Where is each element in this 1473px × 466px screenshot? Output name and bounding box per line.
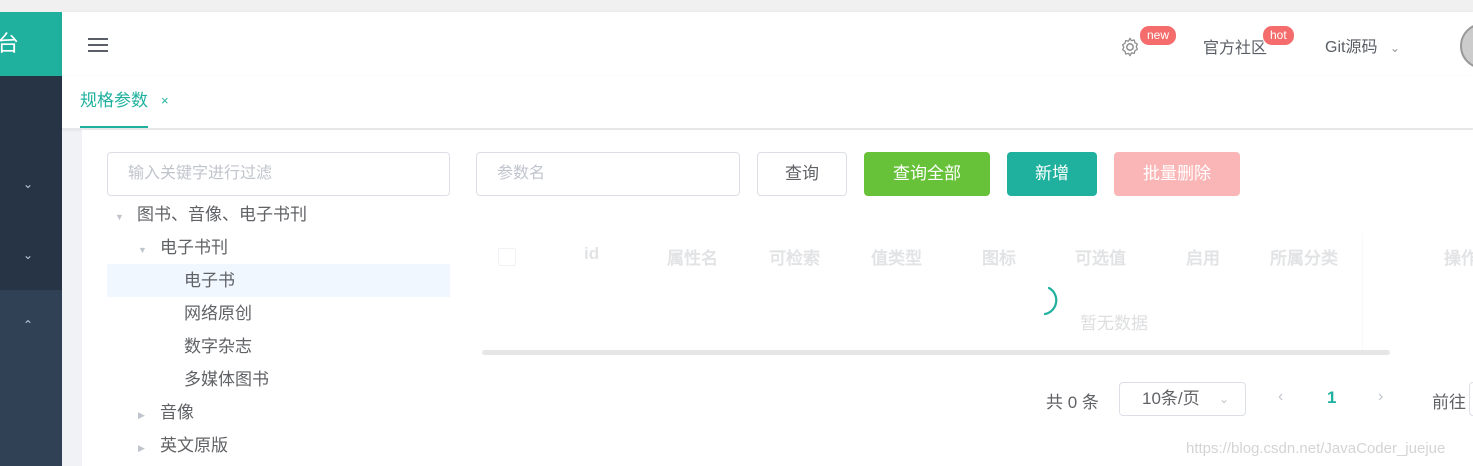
loading-spinner-icon: [1043, 286, 1058, 316]
tree-node-label: 英文原版: [160, 436, 228, 455]
tree-node[interactable]: ▼ 电子书刊: [138, 231, 228, 264]
goto-label: 前往: [1432, 393, 1466, 412]
tree-node[interactable]: 多媒体图书: [184, 363, 269, 396]
goto-page-input[interactable]: [1469, 382, 1473, 416]
page-size-value: 10条/页: [1142, 389, 1200, 408]
column-header-actions: 操作: [1444, 249, 1473, 268]
caret-right-icon[interactable]: ▶: [138, 432, 152, 465]
add-button[interactable]: 新增: [1007, 152, 1097, 196]
batch-delete-button[interactable]: 批量删除: [1114, 152, 1240, 196]
tree-node[interactable]: ▶ 英文原版: [138, 429, 228, 462]
param-name-input[interactable]: [476, 152, 740, 196]
tree-node[interactable]: 数字杂志: [184, 330, 252, 363]
table-scrollbar[interactable]: [482, 350, 1390, 355]
chevron-down-icon: ⌄: [1389, 41, 1400, 55]
page-number[interactable]: 1: [1327, 388, 1336, 408]
navbar: new 官方社区 hot Git源码 ⌄: [62, 12, 1473, 76]
tree-node[interactable]: 电子书: [184, 264, 235, 297]
tag-spec-params[interactable]: 规格参数: [80, 76, 148, 128]
column-header-attr-name: 属性名: [667, 249, 718, 268]
hot-badge: hot: [1262, 25, 1295, 46]
pagination-total: 共 0 条: [1046, 393, 1099, 412]
watermark: https://blog.csdn.net/JavaCoder_juejue: [1186, 440, 1446, 457]
close-icon[interactable]: ×: [161, 94, 169, 108]
empty-text: 暂无数据: [1080, 314, 1148, 333]
chevron-up-icon[interactable]: ⌃: [21, 318, 35, 332]
avatar[interactable]: [1460, 23, 1473, 69]
hamburger-icon[interactable]: [88, 38, 108, 52]
tags-view: 规格参数 ×: [62, 76, 1473, 129]
tree-node-label: 图书、音像、电子书刊: [137, 205, 307, 224]
next-page-button[interactable]: ›: [1378, 388, 1383, 406]
chevron-down-icon[interactable]: ⌄: [21, 177, 35, 191]
column-header-value-type: 值类型: [871, 249, 922, 268]
column-header-icon: 图标: [982, 249, 1016, 268]
gear-icon[interactable]: [1119, 36, 1141, 58]
tree-node-label: 音像: [160, 403, 194, 422]
column-header-searchable: 可检索: [769, 249, 820, 268]
column-header-category: 所属分类: [1270, 249, 1338, 268]
tag-label: 规格参数: [80, 91, 148, 110]
page-size-select[interactable]: 10条/页 ⌄: [1119, 382, 1246, 416]
tree-node-label: 电子书刊: [160, 238, 228, 257]
query-all-button[interactable]: 查询全部: [864, 152, 990, 196]
tree-node-highlight: [107, 264, 450, 297]
select-all-checkbox[interactable]: [498, 248, 516, 266]
params-table: id 属性名 可检索 值类型 图标 可选值 启用 所属分类 操作 暂无数据: [482, 234, 1473, 356]
main-content: ▼ 图书、音像、电子书刊 ▼ 电子书刊 电子书 网络原创 数字杂志 多媒体图书 ▶ 音…: [82, 130, 1473, 466]
column-header-enabled: 启用: [1186, 249, 1220, 268]
caret-down-icon[interactable]: ▼: [115, 201, 129, 234]
sidebar: 台 ⌄ ⌄ ⌃: [0, 12, 62, 466]
chevron-down-icon[interactable]: ⌄: [21, 248, 35, 262]
sidebar-logo[interactable]: 台: [0, 12, 62, 76]
tree-node[interactable]: ▼ 图书、音像、电子书刊: [115, 198, 307, 231]
tree-node[interactable]: 网络原创: [184, 297, 252, 330]
tree-node[interactable]: ▶ 音像: [138, 396, 194, 429]
chevron-down-icon: ⌄: [1218, 392, 1229, 406]
caret-right-icon[interactable]: ▶: [138, 399, 152, 432]
new-badge: new: [1139, 25, 1178, 46]
query-button[interactable]: 查询: [757, 152, 847, 196]
git-source-label: Git源码: [1325, 39, 1378, 56]
community-link[interactable]: 官方社区: [1203, 34, 1267, 58]
column-header-id: id: [584, 244, 600, 263]
git-source-link[interactable]: Git源码 ⌄: [1325, 33, 1400, 57]
tree-filter-input[interactable]: [107, 152, 450, 196]
column-header-options: 可选值: [1075, 249, 1126, 268]
caret-down-icon[interactable]: ▼: [138, 234, 152, 267]
fixed-column-divider: [1362, 234, 1363, 350]
prev-page-button[interactable]: ‹: [1278, 388, 1283, 406]
